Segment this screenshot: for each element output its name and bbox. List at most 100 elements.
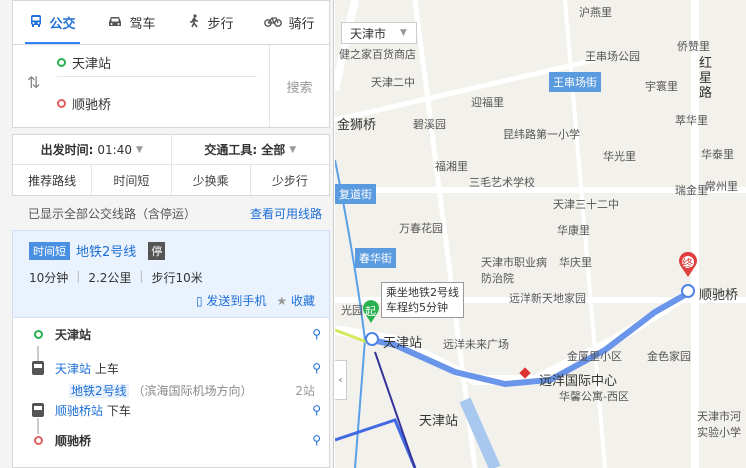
step-start-text: 天津站 xyxy=(55,327,92,342)
tab-transit[interactable]: 公交 xyxy=(13,1,92,44)
transport-tool-value: 全部 xyxy=(261,143,286,157)
map-view[interactable]: 天津市 ▼ ‹ 健之家百货商店 天津二中 王串场公园 王串场街 迎福里 宇寰里 … xyxy=(335,0,746,468)
map-label: 远洋未来广场 xyxy=(443,338,509,351)
start-marker[interactable]: 起 xyxy=(361,300,381,324)
tab-bike[interactable]: 骑行 xyxy=(250,1,329,44)
location-pin-icon[interactable]: ⚲ xyxy=(312,361,321,375)
tab-drive[interactable]: 驾车 xyxy=(92,1,171,44)
ride-direction: （滨海国际机场方向） xyxy=(132,383,253,398)
map-label: 春华街 xyxy=(355,248,396,268)
end-dot-icon xyxy=(57,98,66,108)
map-label: 福湘里 xyxy=(435,160,468,173)
favorite-button[interactable]: ★ 收藏 xyxy=(276,292,315,309)
location-pin-icon[interactable]: ⚲ xyxy=(312,403,321,417)
map-label: 金狮桥 xyxy=(337,118,377,133)
end-marker[interactable]: 终 xyxy=(677,252,699,278)
start-marker-label: 起 xyxy=(365,305,376,318)
route-input-box: ⇅ 天津站 顺驰桥 搜索 xyxy=(12,44,330,128)
plan-distance: 2.2公里 xyxy=(88,271,132,285)
step-end[interactable]: 顺驰桥 ⚲ xyxy=(13,428,331,452)
map-label: 萃华里 xyxy=(675,114,708,127)
tab-walk-label: 步行 xyxy=(207,17,234,32)
map-label: 远洋新天地家园 xyxy=(509,292,586,305)
start-dot-icon xyxy=(57,58,66,67)
map-label: 宇寰里 xyxy=(645,80,678,93)
map-label: 华馨公寓-西区 xyxy=(559,390,629,403)
map-label: 王串场街 xyxy=(549,72,601,92)
map-label: 金色家园 xyxy=(647,350,691,363)
chevron-down-icon: ▼ xyxy=(400,28,407,38)
city-value: 天津市 xyxy=(350,26,387,41)
end-marker-label: 终 xyxy=(682,257,693,270)
bus-icon xyxy=(29,14,43,32)
map-label: 华庆里 xyxy=(559,256,592,269)
map-label: 华光里 xyxy=(603,150,636,163)
send-to-phone-button[interactable]: ▯ 发送到手机 xyxy=(196,292,266,309)
board-action: 上车 xyxy=(94,361,119,376)
transport-tool-select[interactable]: 交通工具: 全部 ▼ xyxy=(170,135,330,164)
tab-walk[interactable]: 步行 xyxy=(171,1,250,44)
depart-time-value: 01:40 xyxy=(97,142,132,157)
step-alight[interactable]: 顺驰桥站 下车 ⚲ xyxy=(13,398,331,422)
map-label: 侨赞里 xyxy=(677,40,710,53)
suspended-badge: 停 xyxy=(148,241,166,260)
tab-recommended[interactable]: 推荐路线 xyxy=(13,165,92,195)
start-value: 天津站 xyxy=(72,57,112,72)
step-start[interactable]: 天津站 ⚲ xyxy=(13,322,331,346)
map-label: 碧溪园 xyxy=(413,118,446,131)
swap-icon[interactable]: ⇅ xyxy=(27,73,40,92)
plan-card[interactable]: 时间短 地铁2号线 停 10分钟 | 2.2公里 | 步行10米 ▯ 发送到手机… xyxy=(12,230,330,318)
collapse-panel-button[interactable]: ‹ xyxy=(335,360,347,400)
ride-stop-count: 2站 xyxy=(295,383,315,398)
callout-line1: 乘坐地铁2号线 xyxy=(386,286,459,299)
map-label: 天津站 xyxy=(383,336,423,351)
board-station[interactable]: 天津站 xyxy=(55,362,91,376)
send-to-phone-label: 发送到手机 xyxy=(206,294,267,308)
location-pin-icon[interactable]: ⚲ xyxy=(312,433,321,447)
bike-icon xyxy=(264,14,283,32)
chevron-down-icon: ▼ xyxy=(135,144,143,155)
info-line: 已显示全部公交线路（含停运） 查看可用线路 xyxy=(28,205,322,222)
start-field[interactable]: 天津站 xyxy=(57,49,257,77)
map-label: 瑞金里 xyxy=(675,184,708,197)
callout-line2: 车程约5分钟 xyxy=(386,301,448,314)
plan-duration: 10分钟 xyxy=(29,271,69,285)
divider: | xyxy=(139,269,144,283)
map-label: 健之家百货商店 xyxy=(339,48,416,61)
map-label: 昆纬路第一小学 xyxy=(503,128,580,141)
search-button[interactable]: 搜索 xyxy=(269,45,329,127)
tab-drive-label: 驾车 xyxy=(129,17,156,32)
map-label: 华泰里 xyxy=(701,148,734,161)
plan-steps: 天津站 ⚲ 天津站 上车 ⚲ 地铁2号线 （滨海国际机场方向） 2站 顺驰桥站 … xyxy=(12,318,330,468)
tab-transit-label: 公交 xyxy=(49,17,76,32)
walk-icon xyxy=(187,13,201,32)
step-board[interactable]: 天津站 上车 ⚲ xyxy=(13,356,331,380)
info-shown-text: 已显示全部公交线路（含停运） xyxy=(28,207,197,221)
map-canvas xyxy=(335,0,746,468)
travel-mode-tabs: 公交 驾车 步行 骑行 xyxy=(12,0,330,44)
subway-station-icon[interactable] xyxy=(681,284,695,298)
location-pin-icon[interactable]: ⚲ xyxy=(312,327,321,341)
map-label: 三毛艺术学校 xyxy=(469,176,535,189)
map-label: 华康里 xyxy=(557,224,590,237)
subway-station-icon[interactable] xyxy=(365,332,379,346)
map-label: 迎福里 xyxy=(471,96,504,109)
alight-station[interactable]: 顺驰桥站 xyxy=(55,404,103,418)
plan-tag: 时间短 xyxy=(29,241,70,260)
chevron-down-icon: ▼ xyxy=(289,144,297,155)
city-select[interactable]: 天津市 ▼ xyxy=(341,22,417,44)
map-label: 光园 xyxy=(341,304,363,317)
map-label: 常州里 xyxy=(705,180,738,193)
ride-line[interactable]: 地铁2号线 xyxy=(69,383,129,398)
end-field[interactable]: 顺驰桥 xyxy=(57,89,257,117)
plan-line-name: 地铁2号线 xyxy=(76,245,137,260)
depart-time-select[interactable]: 出发时间: 01:40 ▼ xyxy=(13,135,171,164)
tab-fewer-transfers[interactable]: 少换乘 xyxy=(170,165,250,195)
view-available-lines-link[interactable]: 查看可用线路 xyxy=(250,205,322,222)
depart-time-label: 出发时间: xyxy=(40,143,94,157)
tab-shortest-time[interactable]: 时间短 xyxy=(91,165,170,195)
map-label: 复道街 xyxy=(335,184,376,204)
tab-less-walking[interactable]: 少步行 xyxy=(249,165,329,195)
map-label: 沪燕里 xyxy=(579,6,612,19)
bus-icon xyxy=(32,361,44,375)
